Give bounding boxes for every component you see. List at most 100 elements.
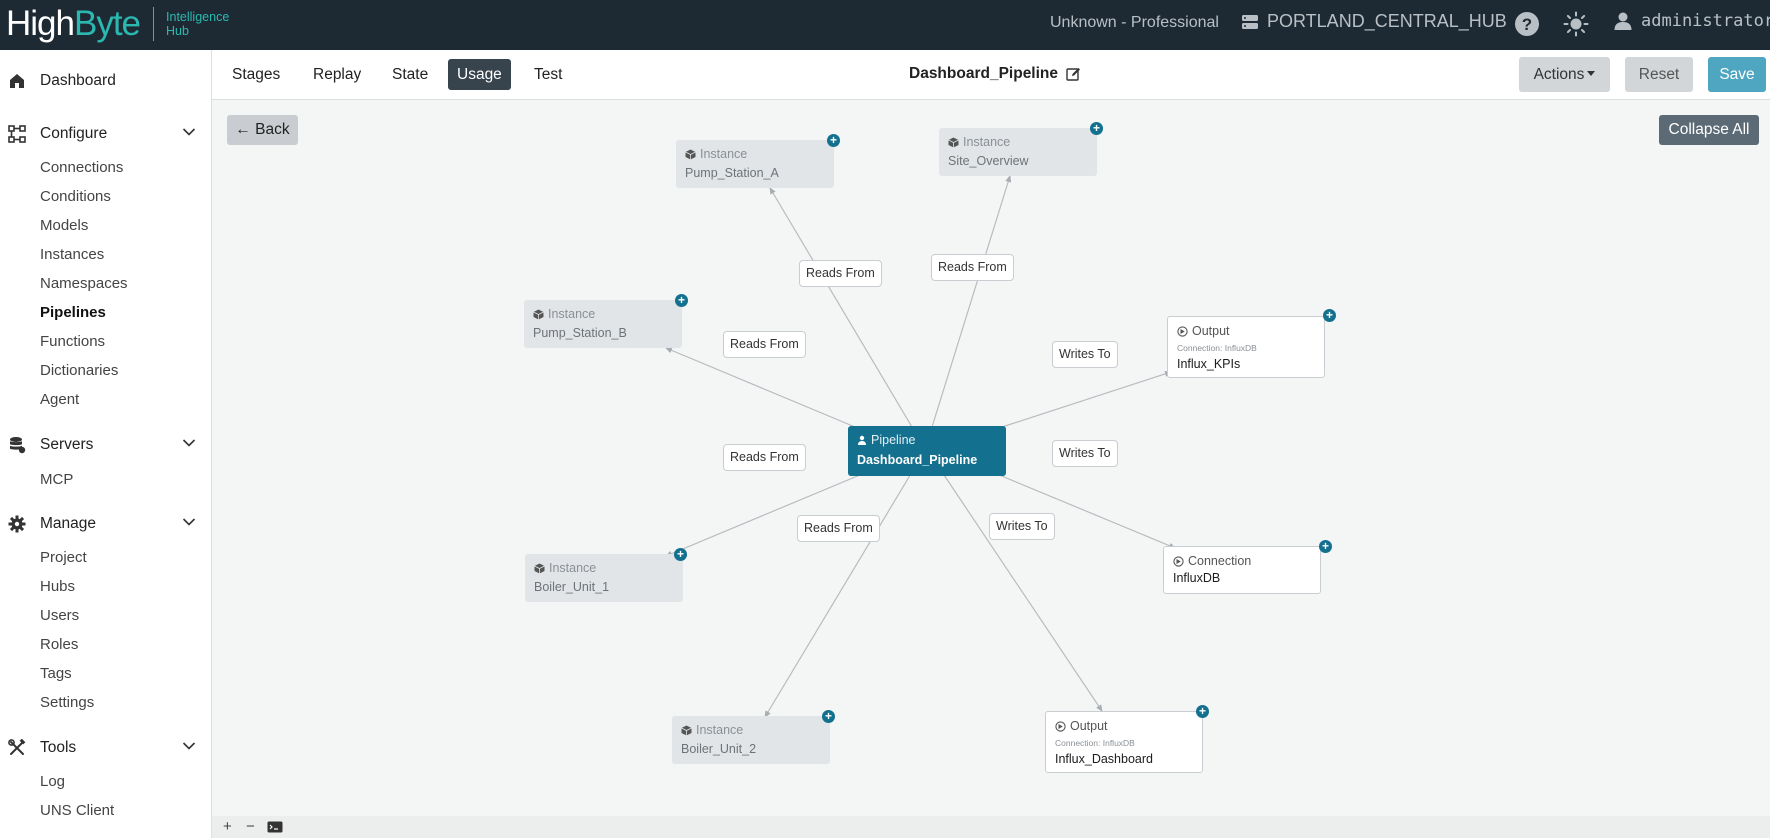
- pipeline-node[interactable]: Pipeline Dashboard_Pipeline: [848, 426, 1006, 476]
- edit-icon[interactable]: [1066, 67, 1081, 82]
- sidebar-item-hubs[interactable]: Hubs: [40, 578, 75, 595]
- sidebar-item-uns-client[interactable]: UNS Client: [40, 802, 114, 819]
- edge-label-boiler-2: Reads From: [797, 515, 880, 542]
- expand-plus-icon[interactable]: +: [1323, 309, 1336, 322]
- instance-node-site-overview[interactable]: Instance Site_Overview: [939, 128, 1097, 176]
- sidebar-item-instances[interactable]: Instances: [40, 246, 104, 263]
- canvas-controls-bar: + −: [212, 816, 1770, 838]
- expand-plus-icon[interactable]: +: [827, 134, 840, 147]
- edge-boiler-2: [764, 471, 913, 718]
- highbyte-logo[interactable]: HighByte Intelligence Hub: [6, 2, 229, 46]
- cube-icon: [685, 149, 696, 159]
- instance-node-pump-station-b[interactable]: Instance Pump_Station_B: [524, 300, 682, 348]
- tab-usage[interactable]: Usage: [448, 59, 511, 90]
- home-icon: [10, 74, 24, 88]
- hub-name: PORTLAND_CENTRAL_HUB: [1267, 11, 1507, 31]
- chevron-down-icon: [182, 518, 196, 526]
- logo-text: HighByte: [6, 4, 141, 43]
- expand-plus-icon[interactable]: +: [675, 294, 688, 307]
- output-node-influx-kpis[interactable]: Output Connection: InfluxDB Influx_KPIs: [1167, 316, 1325, 378]
- actions-dropdown-button[interactable]: Actions: [1519, 57, 1610, 92]
- instance-node-pump-station-a[interactable]: Instance Pump_Station_A: [676, 140, 834, 188]
- edge-label-pump-a: Reads From: [799, 260, 882, 287]
- zoom-in-button[interactable]: +: [223, 818, 232, 835]
- tab-state[interactable]: State: [383, 59, 437, 90]
- expand-plus-icon[interactable]: +: [1319, 540, 1332, 553]
- caret-down-icon: [1587, 71, 1596, 77]
- save-button[interactable]: Save: [1708, 57, 1766, 92]
- sidebar-section-manage[interactable]: Manage: [0, 509, 211, 539]
- output-node-influx-dashboard[interactable]: Output Connection: InfluxDB Influx_Dashb…: [1045, 711, 1203, 773]
- expand-plus-icon[interactable]: +: [674, 548, 687, 561]
- sidebar-item-dictionaries[interactable]: Dictionaries: [40, 362, 118, 379]
- sidebar-item-mcp[interactable]: MCP: [40, 471, 73, 488]
- top-bar: HighByte Intelligence Hub Unknown - Profe…: [0, 0, 1770, 50]
- help-icon[interactable]: ?: [1514, 11, 1540, 42]
- sidebar-item-dashboard[interactable]: Dashboard: [0, 66, 211, 96]
- sidebar-item-roles[interactable]: Roles: [40, 636, 78, 653]
- expand-plus-icon[interactable]: +: [1196, 705, 1209, 718]
- expand-plus-icon[interactable]: +: [822, 710, 835, 723]
- logo-divider: [153, 7, 155, 41]
- user-icon: [1614, 12, 1632, 30]
- sidebar-item-namespaces[interactable]: Namespaces: [40, 275, 128, 292]
- sidebar-item-models[interactable]: Models: [40, 217, 88, 234]
- connection-node-influxdb[interactable]: Connection InfluxDB: [1163, 546, 1321, 594]
- sidebar-item-project[interactable]: Project: [40, 549, 87, 566]
- edge-label-influxdb: Writes To: [1052, 440, 1118, 467]
- cube-icon: [948, 137, 959, 147]
- minimap-icon[interactable]: [267, 821, 283, 833]
- instance-node-boiler-unit-1[interactable]: Instance Boiler_Unit_1: [525, 554, 683, 602]
- hub-selector[interactable]: PORTLAND_CENTRAL_HUB: [1241, 11, 1507, 32]
- edge-label-influx-kpis: Writes To: [1052, 341, 1118, 368]
- edge-site-overview: [931, 175, 1012, 428]
- sidebar-section-tools[interactable]: Tools: [0, 733, 211, 763]
- sidebar-item-connections[interactable]: Connections: [40, 159, 123, 176]
- edge-influx-kpis: [1001, 371, 1172, 428]
- expand-plus-icon[interactable]: +: [1090, 122, 1103, 135]
- pipeline-toolbar: Stages Replay State Usage Test Dashboard…: [212, 50, 1770, 100]
- tab-test[interactable]: Test: [525, 59, 571, 90]
- edge-pump-a: [769, 187, 913, 428]
- edge-label-boiler-1: Reads From: [723, 444, 806, 471]
- sidebar-item-users[interactable]: Users: [40, 607, 79, 624]
- collapse-all-button[interactable]: Collapse All: [1659, 115, 1759, 145]
- sidebar-item-functions[interactable]: Functions: [40, 333, 105, 350]
- sidebar-item-pipelines[interactable]: Pipelines: [40, 304, 106, 321]
- edge-label-influx-dashboard: Writes To: [989, 513, 1055, 540]
- username: administrator: [1641, 11, 1770, 31]
- sidebar-item-conditions[interactable]: Conditions: [40, 188, 111, 205]
- reset-button[interactable]: Reset: [1625, 57, 1693, 92]
- logo-subtitle: Intelligence Hub: [166, 10, 230, 38]
- output-icon: [1177, 325, 1188, 337]
- tab-stages[interactable]: Stages: [223, 59, 289, 90]
- chevron-down-icon: [182, 439, 196, 447]
- sidebar-item-settings[interactable]: Settings: [40, 694, 94, 711]
- pipeline-title: Dashboard_Pipeline: [909, 65, 1081, 83]
- sidebar-section-configure[interactable]: Configure: [0, 119, 211, 149]
- cube-icon: [533, 309, 544, 319]
- edge-boiler-1: [665, 471, 868, 557]
- sidebar-item-log[interactable]: Log: [40, 773, 65, 790]
- pipeline-icon: [858, 435, 866, 445]
- edge-label-pump-b: Reads From: [723, 331, 806, 358]
- sidebar-item-tags[interactable]: Tags: [40, 665, 72, 682]
- instance-node-boiler-unit-2[interactable]: Instance Boiler_Unit_2: [672, 716, 830, 764]
- cube-icon: [534, 563, 545, 573]
- gear-icon: [8, 515, 26, 533]
- sidebar: Dashboard Configure Connections Conditio…: [0, 50, 212, 838]
- server-icon: [1242, 14, 1258, 29]
- zoom-out-button[interactable]: −: [246, 818, 255, 835]
- tab-replay[interactable]: Replay: [304, 59, 370, 90]
- sidebar-section-servers[interactable]: Servers: [0, 430, 211, 460]
- cube-icon: [681, 725, 692, 735]
- license-label: Unknown - Professional: [1050, 14, 1219, 31]
- sidebar-item-agent[interactable]: Agent: [40, 391, 79, 408]
- back-button[interactable]: ← Back: [227, 115, 298, 145]
- theme-toggle-sun-icon[interactable]: [1563, 11, 1589, 42]
- database-icon: [10, 437, 26, 454]
- usage-graph-canvas[interactable]: ← Back Collapse All Reads From Reads Fro…: [212, 100, 1770, 816]
- tools-icon: [8, 739, 26, 755]
- chevron-down-icon: [182, 128, 196, 136]
- user-menu[interactable]: administrator: [1613, 11, 1770, 31]
